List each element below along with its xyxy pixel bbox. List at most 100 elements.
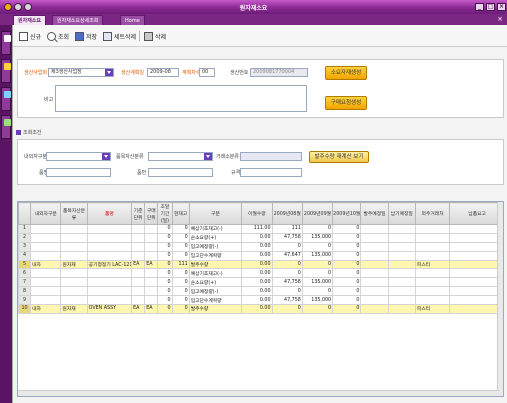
table-cell[interactable]: EA [131,259,146,270]
table-cell[interactable] [414,286,451,297]
table-cell[interactable] [360,295,389,306]
table-cell[interactable] [60,268,88,279]
table-cell[interactable] [60,250,88,261]
table-cell[interactable]: 0 [332,250,362,261]
table-cell[interactable] [30,250,62,261]
table-cell[interactable]: 0 [332,304,362,314]
table-cell[interactable]: 0.00 [241,277,273,288]
table-cell[interactable] [131,295,146,306]
table-cell[interactable] [131,286,146,297]
table-cell[interactable]: 입고예정량(-) [188,241,243,252]
table-cell[interactable] [449,250,503,261]
table-cell[interactable]: 입고단수계획량 [188,250,243,261]
row-delete-button[interactable]: 세트삭제 [103,30,136,42]
table-cell[interactable]: OVEN ASSY [86,304,133,314]
grid-header[interactable]: 내외자구분 [30,202,62,225]
table-row[interactable]: 8 0 0 입고예정량(-) 0.00 0 0 0 [18,286,503,297]
horizontal-scrollbar[interactable] [18,390,499,396]
plan-project-select[interactable]: 제3생산사업장 [48,68,114,77]
maximize-button[interactable]: □ [486,3,495,11]
grid-header[interactable]: 조달기간(일) [157,202,173,225]
table-cell[interactable] [387,268,416,279]
sidebar-item-4[interactable] [1,115,11,139]
table-cell[interactable]: 0 [171,224,190,234]
vendor-input[interactable] [240,152,302,161]
table-cell[interactable]: 0 [332,259,362,270]
chevron-down-icon[interactable] [105,69,113,76]
table-cell[interactable]: 0 [271,286,303,297]
table-cell[interactable]: 원자재 [60,259,88,270]
table-cell[interactable]: 0 [157,232,173,243]
table-row[interactable]: 2 0 0 순소요량(+) 0.00 47,758 135,000 0 [18,232,503,243]
table-cell[interactable]: 0.00 [241,304,273,314]
table-cell[interactable] [86,295,133,306]
table-cell[interactable]: 0 [332,241,362,252]
table-cell[interactable] [30,286,62,297]
grid-header[interactable]: 구매단위 [144,202,159,225]
table-cell[interactable] [449,241,503,252]
table-cell[interactable]: 47,758 [271,232,303,243]
grid-header[interactable]: 2009년08월 [271,202,303,225]
table-cell[interactable] [449,259,503,270]
table-cell[interactable]: 0 [157,250,173,261]
table-cell[interactable]: 0 [157,224,173,234]
table-cell[interactable] [86,250,133,261]
table-cell[interactable]: 111 [171,259,190,270]
table-cell[interactable] [360,241,389,252]
table-cell[interactable]: 순소요량(+) [188,277,243,288]
delete-button[interactable]: 삭제 [144,30,166,42]
name-input[interactable] [46,168,111,177]
table-cell[interactable]: 예상기초재고(-) [188,268,243,279]
table-cell[interactable]: 111.00 [241,224,273,234]
table-cell[interactable] [30,268,62,279]
spec-input[interactable] [148,168,213,177]
sidebar-item-1[interactable] [1,31,11,55]
table-cell[interactable]: 순소요량(+) [188,232,243,243]
table-cell[interactable] [360,286,389,297]
table-cell[interactable]: 0 [157,268,173,279]
table-cell[interactable] [387,277,416,288]
grid-header[interactable]: 구분 [188,202,243,225]
grid-header[interactable]: 품목자산분류 [60,202,88,225]
create-material-button[interactable]: 소요자재생성 [325,66,367,80]
table-cell[interactable] [387,295,416,306]
table-cell[interactable]: 135,000 [301,250,334,261]
tab-material-detail[interactable]: 원자재소요상세조회 [52,15,104,25]
table-cell[interactable] [449,277,503,288]
collapse-icon[interactable] [16,130,21,135]
table-cell[interactable] [414,232,451,243]
table-row[interactable]: 9 0 0 입고단수계획량 0.00 47,758 135,000 0 [18,295,503,306]
table-cell[interactable]: 예상기초재고(-) [188,224,243,234]
table-row[interactable]: 1 0 0 예상기초재고(-) 111.00 111 0 0 [18,224,503,234]
table-cell[interactable]: 0 [171,304,190,314]
table-cell[interactable]: 0 [171,241,190,252]
table-cell[interactable]: 0 [171,250,190,261]
table-cell[interactable] [131,268,146,279]
table-cell[interactable]: 0 [301,286,334,297]
grid-header[interactable]: 기준단위 [131,202,146,225]
tab-home[interactable]: Home [120,15,145,25]
table-cell[interactable] [414,295,451,306]
table-cell[interactable]: 0 [171,286,190,297]
table-cell[interactable]: 내자 [30,259,62,270]
table-cell[interactable]: 입고예정량(-) [188,286,243,297]
table-row[interactable]: 10 내자 원자재 OVEN ASSY EA EA 0 0 발주수량 0.00 0 0 0 피스티 [18,304,503,314]
table-cell[interactable] [387,224,416,234]
table-cell[interactable] [449,295,503,306]
table-cell[interactable] [360,259,389,270]
grid-header[interactable]: 2009년09월 [301,202,334,225]
table-cell[interactable] [387,232,416,243]
material-grid[interactable]: 내외자구분 품목자산분류 품명 기준단위 구매단위 조달기간(일) 현재고 구분… [17,201,504,397]
table-cell[interactable] [360,277,389,288]
table-cell[interactable]: 0 [332,268,362,279]
table-cell[interactable] [30,241,62,252]
table-cell[interactable] [131,232,146,243]
new-button[interactable]: 신규 [19,30,41,42]
std-input[interactable] [240,168,302,177]
table-cell[interactable] [360,304,389,314]
table-cell[interactable] [449,268,503,279]
sidebar-item-3[interactable] [1,87,11,111]
table-cell[interactable] [360,250,389,261]
table-cell[interactable]: 0 [271,268,303,279]
table-cell[interactable]: 47,647 [271,250,303,261]
